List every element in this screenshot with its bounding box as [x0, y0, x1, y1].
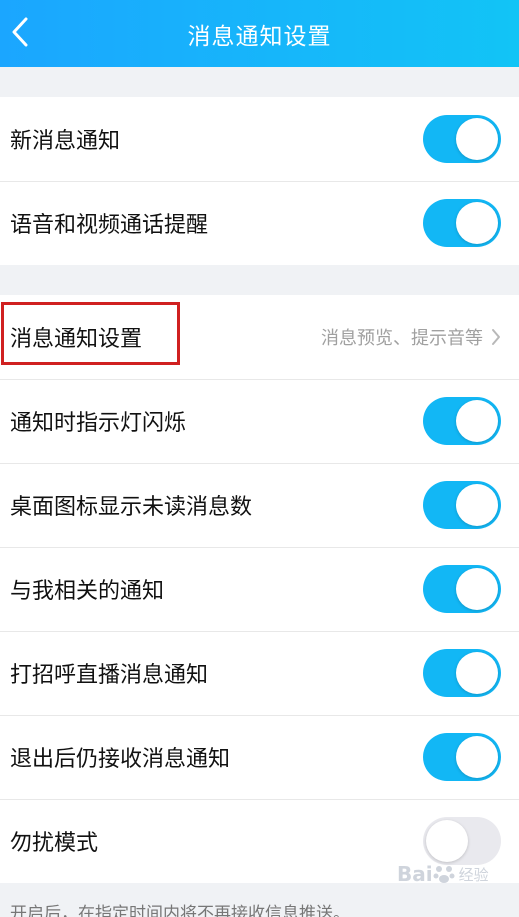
settings-detail: 消息预览、提示音等	[321, 295, 501, 379]
chevron-right-icon	[492, 329, 500, 345]
highlight-box	[1, 302, 180, 365]
toggle-knob	[456, 400, 498, 442]
watermark-sub: 经验	[458, 865, 489, 884]
setting-label: 通知时指示灯闪烁	[10, 411, 187, 436]
settings-detail-text: 消息预览、提示音等	[321, 328, 483, 349]
toggle-knob	[456, 484, 498, 526]
watermark-text: Bai	[397, 862, 433, 886]
setting-row-new-message: 新消息通知	[0, 97, 519, 181]
setting-label: 勿扰模式	[10, 831, 99, 856]
setting-row-greeting-live: 打招呼直播消息通知	[0, 631, 519, 715]
greeting-live-toggle[interactable]	[423, 649, 501, 697]
setting-label: 语音和视频通话提醒	[10, 213, 209, 238]
setting-label: 桌面图标显示未读消息数	[10, 495, 253, 520]
notification-group-2: 消息通知设置 消息预览、提示音等 通知时指示灯闪烁 桌面图标显示未读消息数 与我…	[0, 295, 519, 883]
toggle-knob	[426, 820, 468, 862]
unread-badge-toggle[interactable]	[423, 481, 501, 529]
toggle-knob	[456, 652, 498, 694]
notification-settings-row[interactable]: 消息通知设置 消息预览、提示音等	[0, 295, 519, 379]
setting-label: 与我相关的通知	[10, 579, 165, 604]
do-not-disturb-toggle[interactable]	[423, 817, 501, 865]
toggle-knob	[456, 118, 498, 160]
app-header: 消息通知设置	[0, 0, 519, 67]
setting-label: 退出后仍接收消息通知	[10, 747, 231, 772]
setting-row-unread-badge: 桌面图标显示未读消息数	[0, 463, 519, 547]
setting-row-after-logout: 退出后仍接收消息通知	[0, 715, 519, 799]
back-button[interactable]	[8, 14, 32, 50]
setting-label: 新消息通知	[10, 129, 121, 154]
toggle-knob	[456, 202, 498, 244]
toggle-knob	[456, 736, 498, 778]
after-logout-toggle[interactable]	[423, 733, 501, 781]
toggle-knob	[456, 568, 498, 610]
setting-row-indicator-light: 通知时指示灯闪烁	[0, 379, 519, 463]
setting-label: 打招呼直播消息通知	[10, 663, 209, 688]
related-notice-toggle[interactable]	[423, 565, 501, 613]
page-title: 消息通知设置	[187, 23, 332, 50]
baidu-watermark: Bai 经验	[397, 862, 489, 886]
call-reminder-toggle[interactable]	[423, 199, 501, 247]
dnd-footer-note: 开启后，在指定时间内将不再接收信息推送。	[10, 904, 350, 917]
chevron-left-icon	[12, 17, 28, 47]
setting-row-call-reminder: 语音和视频通话提醒	[0, 181, 519, 265]
paw-icon	[433, 866, 455, 883]
new-message-toggle[interactable]	[423, 115, 501, 163]
setting-row-related-notice: 与我相关的通知	[0, 547, 519, 631]
notification-group-1: 新消息通知 语音和视频通话提醒	[0, 97, 519, 265]
indicator-light-toggle[interactable]	[423, 397, 501, 445]
